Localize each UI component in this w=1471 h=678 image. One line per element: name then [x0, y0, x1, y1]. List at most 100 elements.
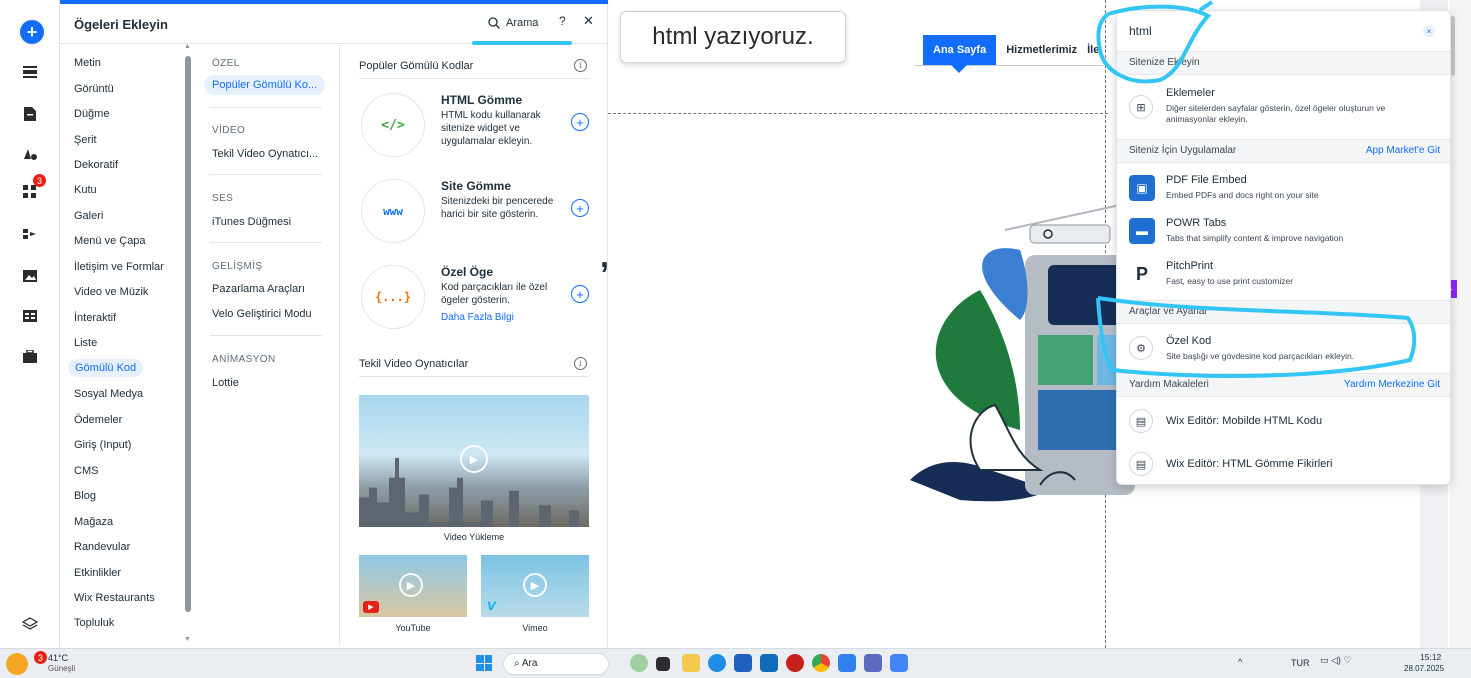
hero-text-fragment[interactable]: , [600, 238, 609, 275]
sections-icon[interactable] [16, 58, 44, 86]
app-icon[interactable] [864, 654, 882, 672]
category-item[interactable]: Ödemeler [74, 414, 122, 426]
category-item[interactable]: Düğme [74, 108, 109, 120]
category-item[interactable]: Topluluk [74, 617, 114, 629]
close-icon[interactable]: ✕ [583, 13, 594, 29]
windows-start-icon[interactable] [476, 655, 492, 671]
panel-title: Ögeleri Ekleyin [74, 17, 168, 32]
card-description: Sitenizdeki bir pencerede harici bir sit… [441, 196, 554, 220]
category-item[interactable]: Kutu [74, 184, 97, 196]
category-item[interactable]: CMS [74, 465, 98, 477]
app-market-icon[interactable]: 3 [16, 174, 46, 206]
widgets-icon[interactable] [630, 654, 648, 672]
task-view-icon[interactable] [656, 657, 670, 671]
design-icon[interactable] [16, 140, 44, 168]
category-item[interactable]: Menü ve Çapa [74, 235, 146, 247]
vimeo-thumbnail[interactable]: ▶ v [481, 555, 589, 617]
add-plus-icon[interactable]: + [571, 199, 589, 217]
app-icon[interactable] [786, 654, 804, 672]
file-explorer-icon[interactable] [682, 654, 700, 672]
menu-item-services[interactable]: Hizmetlerimiz [996, 35, 1087, 65]
section-title: ÖZEL [212, 58, 240, 69]
result-title: Wix Editör: Mobilde HTML Kodu [1166, 415, 1323, 427]
youtube-logo-icon: ▶ [363, 601, 379, 613]
gallery-heading: Popüler Gömülü Kodlar [359, 60, 474, 72]
subcategory-item[interactable]: Lottie [212, 377, 239, 389]
subcategory-item[interactable]: Velo Geliştirici Modu [212, 308, 312, 320]
category-item[interactable]: Şerit [74, 134, 97, 146]
search-icon [488, 17, 500, 29]
video-caption: Vimeo [522, 623, 548, 633]
notification-badge: 3 [33, 174, 46, 187]
article-icon: ▤ [1129, 452, 1153, 476]
category-item[interactable]: Görüntü [74, 83, 114, 95]
site-embed-card[interactable]: www Site Gömme Sitenizdeki bir pencerede… [359, 179, 591, 249]
tray-chevron-icon[interactable]: ^ [1238, 657, 1242, 667]
vscode-icon[interactable] [838, 654, 856, 672]
category-item[interactable]: Dekoratif [74, 159, 118, 171]
category-item[interactable]: Randevular [74, 541, 130, 553]
outlook-icon[interactable] [760, 654, 778, 672]
hand-drawn-highlights [1096, 0, 1417, 378]
category-item[interactable]: İnteraktif [74, 312, 116, 324]
chrome-icon[interactable] [812, 654, 830, 672]
subcategory-item[interactable]: iTunes Düğmesi [212, 216, 291, 228]
category-item[interactable]: İletişim ve Formlar [74, 261, 164, 273]
category-item[interactable]: Wix Restaurants [74, 592, 155, 604]
pages-icon[interactable] [16, 100, 44, 128]
result-item[interactable]: ▤ Wix Editör: HTML Gömme Fikirleri [1117, 452, 1450, 482]
info-icon[interactable]: i [574, 357, 587, 370]
add-elements-icon[interactable]: + [20, 20, 44, 44]
scroll-down-arrow-icon[interactable]: ▼ [184, 636, 191, 643]
weather-condition: Güneşli [48, 664, 76, 673]
subcategory-item[interactable]: Tekil Video Oynatıcı... [212, 148, 318, 160]
category-item[interactable]: Metin [74, 57, 101, 69]
media-icon[interactable] [16, 262, 44, 290]
network-sound-battery-icon[interactable]: ▭ ◁) ♡ [1320, 655, 1352, 666]
taskbar-search[interactable]: ⌕ Ara [503, 653, 609, 675]
learn-more-link[interactable]: Daha Fazla Bilgi [441, 312, 514, 323]
category-item-selected[interactable]: Gömülü Kod [68, 359, 144, 377]
category-item[interactable]: Liste [74, 337, 97, 349]
subcategory-list: ÖZEL Popüler Gömülü Ko... VİDEO Tekil Vi… [200, 45, 340, 645]
editor-left-toolbar: + 3 [0, 0, 60, 648]
divider [210, 107, 322, 108]
category-item[interactable]: Blog [74, 490, 96, 502]
scroll-up-arrow-icon[interactable]: ▲ [184, 43, 191, 50]
layers-icon[interactable] [16, 610, 44, 638]
clock-date[interactable]: 28.07.2025 [1404, 664, 1444, 673]
app-icon[interactable] [890, 654, 908, 672]
weather-temperature: 41°C [48, 653, 69, 663]
clock-time[interactable]: 15:12 [1420, 652, 1441, 662]
category-scrollbar[interactable] [185, 56, 191, 612]
info-icon[interactable]: i [574, 59, 587, 72]
input-language[interactable]: TUR [1291, 658, 1310, 668]
help-button[interactable]: ? [559, 14, 566, 28]
add-plus-icon[interactable]: + [571, 113, 589, 131]
annotation-tooltip: html yazıyoruz. [620, 11, 846, 63]
play-icon: ▶ [399, 573, 423, 597]
category-item[interactable]: Mağaza [74, 516, 113, 528]
category-item[interactable]: Etkinlikler [74, 567, 121, 579]
video-upload-thumbnail[interactable]: ▶ [359, 395, 589, 527]
edge-icon[interactable] [708, 654, 726, 672]
panel-search-button[interactable]: Arama [488, 17, 538, 29]
result-item[interactable]: ▤ Wix Editör: Mobilde HTML Kodu [1117, 409, 1450, 439]
main-scrollbar[interactable] [1450, 0, 1471, 648]
portfolio-icon[interactable] [16, 342, 44, 370]
category-item[interactable]: Galeri [74, 210, 103, 222]
custom-element-card[interactable]: {...} Özel Öge Kod parçacıkları ile özel… [359, 265, 591, 335]
add-plus-icon[interactable]: + [571, 285, 589, 303]
weather-sun-icon[interactable] [6, 653, 28, 675]
category-item[interactable]: Sosyal Medya [74, 388, 143, 400]
youtube-thumbnail[interactable]: ▶ ▶ [359, 555, 467, 617]
category-item[interactable]: Video ve Müzik [74, 286, 148, 298]
category-item[interactable]: Giriş (Input) [74, 439, 131, 451]
menu-item-home[interactable]: Ana Sayfa [923, 34, 997, 73]
store-icon[interactable] [734, 654, 752, 672]
html-embed-card[interactable]: </> HTML Gömme HTML kodu kullanarak site… [359, 93, 591, 163]
subcategory-item[interactable]: Pazarlama Araçları [212, 283, 305, 295]
cms-icon[interactable] [16, 302, 44, 330]
business-tools-icon[interactable] [16, 220, 44, 248]
subcategory-item-selected[interactable]: Popüler Gömülü Ko... [204, 75, 326, 95]
